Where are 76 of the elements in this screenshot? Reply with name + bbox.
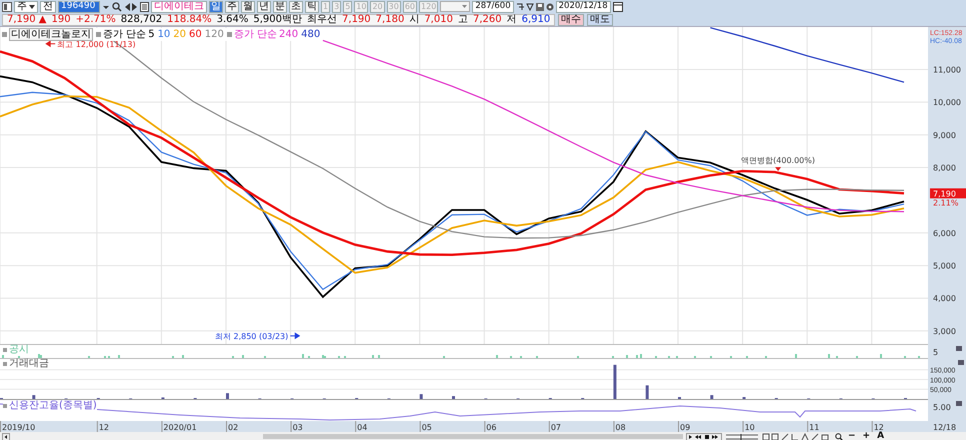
axis-label: 5,000 bbox=[933, 262, 956, 271]
mode-button[interactable]: 전 bbox=[40, 0, 56, 12]
tool-button[interactable]: − bbox=[846, 432, 858, 440]
legend-label[interactable]: 10 bbox=[158, 29, 170, 40]
market-dropdown[interactable]: 주 bbox=[14, 0, 38, 12]
legend-label[interactable]: 증가 단순 bbox=[103, 29, 146, 40]
quote-value: 7,190 bbox=[342, 14, 371, 25]
period-tab[interactable]: 년 bbox=[257, 0, 271, 12]
month-label: 11 bbox=[809, 423, 820, 432]
period-tab[interactable]: 일 bbox=[209, 0, 223, 12]
legend-label[interactable]: 240 bbox=[279, 29, 298, 40]
quote-value: 6,910 bbox=[522, 14, 550, 25]
quote-value: 저 bbox=[506, 14, 517, 25]
panel-title: 거래대금 bbox=[9, 359, 49, 369]
high-price-label: 최고 12,000 (11/13) bbox=[57, 40, 136, 49]
tool-button[interactable]: + bbox=[860, 432, 872, 440]
legend-label[interactable]: 5 bbox=[148, 29, 155, 40]
period-tab[interactable]: 초 bbox=[289, 0, 303, 12]
month-label: 04 bbox=[357, 423, 368, 432]
quote-value: 190 bbox=[52, 14, 71, 25]
quote-value: 최우선 bbox=[307, 14, 338, 25]
month-label: 06 bbox=[486, 423, 496, 432]
quote-value: 7,010 bbox=[424, 14, 453, 25]
quote-value: 고 bbox=[458, 14, 468, 25]
quote-value: 시 bbox=[409, 14, 420, 25]
quote-value: 7,260 bbox=[472, 14, 502, 25]
period-tab[interactable]: 틱 bbox=[305, 0, 319, 12]
month-label: 12 bbox=[98, 423, 110, 432]
month-label: 08 bbox=[615, 423, 626, 432]
tool-button[interactable]: A bbox=[875, 432, 886, 440]
quote-value: +2.71% bbox=[76, 14, 116, 25]
quote-value: 7,180 bbox=[376, 14, 404, 25]
axis-label: 8,000 bbox=[933, 164, 956, 173]
axis-label: 5.00 bbox=[933, 403, 951, 412]
period-tab[interactable]: 월 bbox=[241, 0, 255, 12]
panel-title: 공시 bbox=[9, 345, 29, 355]
sell-button[interactable]: 매도 bbox=[587, 14, 614, 26]
date-field[interactable]: 2020/12/18 bbox=[556, 0, 611, 12]
legend-label[interactable]: 60 bbox=[189, 29, 202, 40]
axis-label: 5 bbox=[933, 348, 938, 357]
code-field[interactable]: 196490 bbox=[58, 0, 100, 12]
legend-label[interactable]: 480 bbox=[301, 29, 320, 40]
change-rate-label: 2.11% bbox=[933, 198, 958, 208]
low-price-label: 최저 2,850 (03/23) bbox=[214, 332, 288, 341]
month-label: 03 bbox=[292, 423, 303, 432]
axis-label: 9,000 bbox=[933, 130, 956, 140]
month-label: 2020/01 bbox=[163, 423, 197, 432]
month-label: 12 bbox=[874, 423, 884, 432]
axis-label: 11,000 bbox=[933, 65, 961, 74]
quote-value: 5,900백만 bbox=[253, 14, 302, 25]
axis-label: 4,000 bbox=[933, 294, 956, 304]
quote-value: 3.64% bbox=[216, 14, 248, 25]
month-label: 12/18 bbox=[933, 423, 956, 432]
legend-label[interactable]: 증가 단순 bbox=[234, 29, 278, 40]
month-label: 07 bbox=[550, 423, 562, 432]
month-label: 2019/10 bbox=[2, 423, 36, 432]
buy-button[interactable]: 매수 bbox=[558, 14, 584, 26]
axis-label: 10,000 bbox=[933, 98, 961, 108]
quote-value: 7,190 ▲ bbox=[7, 14, 46, 25]
axis-label: 6,000 bbox=[933, 228, 956, 238]
month-label: 02 bbox=[228, 423, 238, 432]
stock-name: 디에이테크 bbox=[151, 0, 207, 12]
month-label: 05 bbox=[422, 423, 432, 432]
count-field[interactable]: 287/600 bbox=[472, 0, 514, 12]
month-label: 10 bbox=[744, 423, 755, 432]
quote-value: 118.84% bbox=[167, 14, 212, 25]
quote-value: 828,702 bbox=[120, 14, 162, 25]
legend-title[interactable]: 디에이테크놀로지 bbox=[9, 28, 93, 41]
current-price-tag: 7,190 bbox=[930, 188, 966, 198]
period-tab[interactable]: 주 bbox=[225, 0, 239, 12]
month-label: 09 bbox=[680, 423, 690, 432]
axis-label: 3,000 bbox=[933, 326, 956, 336]
event-label: 액면병합(400.00%) bbox=[741, 156, 815, 166]
panel-title: 신용잔고율(종목별) bbox=[9, 401, 97, 411]
legend-label[interactable]: 120 bbox=[204, 29, 224, 40]
period-tab[interactable]: 분 bbox=[273, 0, 287, 12]
